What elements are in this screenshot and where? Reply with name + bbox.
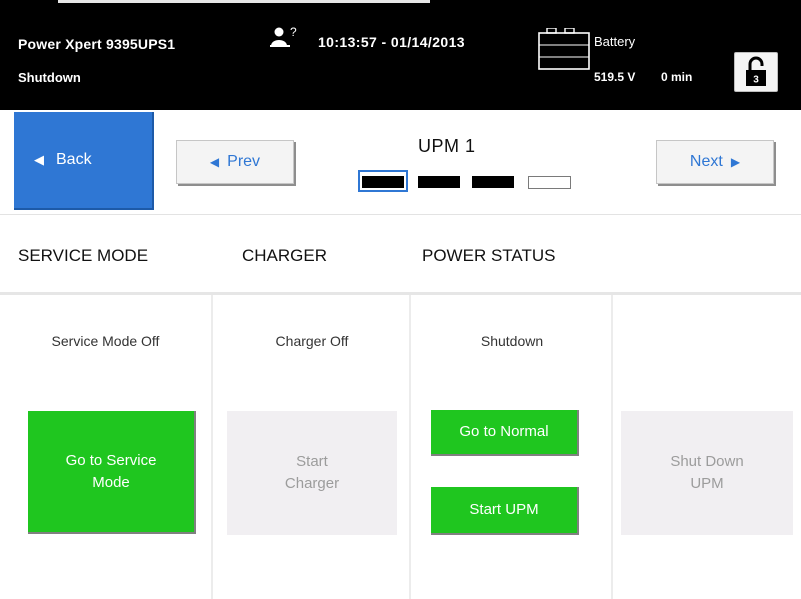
heading-power-status: POWER STATUS xyxy=(422,246,556,265)
page-indicator-1[interactable] xyxy=(362,176,404,188)
back-label: Back xyxy=(56,151,92,168)
shut-down-upm-button[interactable]: Shut Down UPM xyxy=(621,411,793,535)
status-header: Power Xpert 9395UPS1 Shutdown ? 10:13:57… xyxy=(0,0,801,110)
page-indicator-4[interactable] xyxy=(528,176,571,189)
charger-status: Charger Off xyxy=(275,333,349,349)
start-charger-button[interactable]: Start Charger xyxy=(227,411,397,535)
next-label: Next xyxy=(689,153,723,170)
prev-button[interactable]: ◀ Prev xyxy=(176,140,294,184)
padlock-open-icon: 3 xyxy=(746,56,766,86)
battery-runtime: 0 min xyxy=(661,70,693,84)
section-headings: SERVICE MODE CHARGER POWER STATUS xyxy=(0,214,801,293)
battery-label: Battery xyxy=(594,34,636,49)
unlock-button[interactable]: 3 xyxy=(734,52,778,92)
alarm-person-icon[interactable]: ? xyxy=(270,25,300,48)
page-indicator xyxy=(358,168,578,198)
service-mode-panel: Service Mode Off Go to Service Mode xyxy=(0,295,211,599)
start-upm-button[interactable]: Start UPM xyxy=(431,487,579,535)
unit-name: Power Xpert 9395UPS1 xyxy=(18,36,176,52)
battery-voltage: 519.5 V xyxy=(594,70,636,84)
header-top-edge xyxy=(58,0,430,3)
navigation-bar: ◀ Back ◀ Prev UPM 1 Next ▶ xyxy=(0,110,801,214)
right-triangle-icon: ▶ xyxy=(730,155,741,169)
go-to-normal-button[interactable]: Go to Normal xyxy=(431,410,579,456)
battery-icon xyxy=(538,27,590,70)
heading-charger: CHARGER xyxy=(242,246,328,265)
back-button[interactable]: ◀ Back xyxy=(14,112,154,210)
unit-status: Shutdown xyxy=(18,70,81,85)
control-panels: Service Mode Off Go to Service Mode Char… xyxy=(0,292,801,599)
charger-panel: Charger Off Start Charger xyxy=(211,295,411,599)
next-button[interactable]: Next ▶ xyxy=(656,140,774,184)
ups-screen: Power Xpert 9395UPS1 Shutdown ? 10:13:57… xyxy=(0,0,801,599)
power-status-panel: Shutdown Go to Normal Start UPM xyxy=(409,295,613,599)
left-triangle-icon: ◀ xyxy=(209,155,220,169)
power-status-text: Shutdown xyxy=(480,333,544,349)
left-triangle-icon: ◀ xyxy=(34,152,44,167)
service-mode-status: Service Mode Off xyxy=(51,333,160,349)
prev-label: Prev xyxy=(227,153,261,170)
page-indicator-3[interactable] xyxy=(472,176,514,188)
shutdown-panel: Shut Down UPM xyxy=(611,295,801,599)
page-title: UPM 1 xyxy=(418,136,476,156)
page-indicator-2[interactable] xyxy=(418,176,460,188)
go-to-service-mode-button[interactable]: Go to Service Mode xyxy=(28,411,196,534)
lock-level-badge: 3 xyxy=(753,75,759,86)
datetime: 10:13:57 - 01/14/2013 xyxy=(318,34,465,50)
heading-service-mode: SERVICE MODE xyxy=(18,246,149,265)
alarm-badge: ? xyxy=(290,26,297,39)
